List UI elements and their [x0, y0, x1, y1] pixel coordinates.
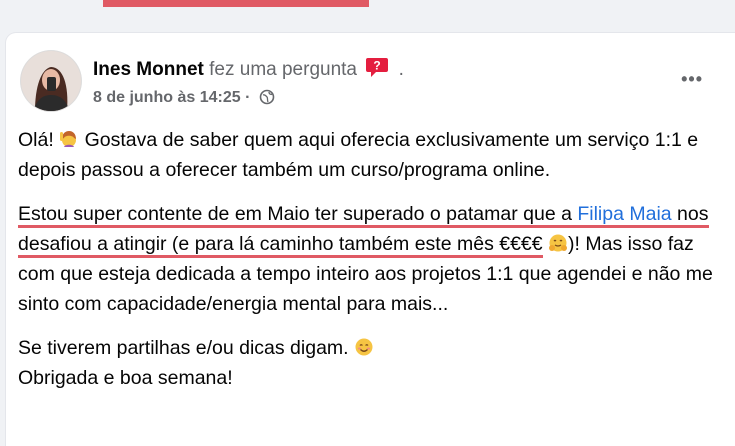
woman-raising-hand-emoji	[59, 128, 79, 148]
highlight-bar	[103, 0, 369, 7]
avatar-image	[21, 51, 81, 111]
separator-dot: .	[398, 59, 404, 80]
avatar[interactable]	[21, 51, 81, 111]
post-card: Ines Monnet fez uma pergunta ? . 8 de ju…	[6, 33, 735, 446]
post-action: fez uma pergunta	[209, 59, 357, 80]
question-icon: ?	[365, 56, 389, 84]
mention-link[interactable]: Filipa Maia	[577, 203, 672, 228]
svg-text:?: ?	[374, 59, 381, 73]
post-body: Olá! Gostava de saber quem aqui oferecia…	[18, 125, 718, 393]
timestamp[interactable]: 8 de junho às 14:25	[93, 89, 241, 106]
author-name[interactable]: Ines Monnet	[93, 59, 204, 80]
smiling-face-emoji	[354, 336, 374, 356]
globe-icon[interactable]	[259, 89, 275, 110]
post-header: Ines Monnet fez uma pergunta ? .	[93, 56, 404, 84]
paragraph-achievement: Estou super contente de em Maio ter supe…	[18, 203, 713, 315]
more-options-button[interactable]: •••	[681, 69, 703, 90]
paragraph-intro: Olá! Gostava de saber quem aqui oferecia…	[18, 128, 699, 181]
hugging-face-emoji	[548, 232, 568, 252]
post-meta: 8 de junho às 14:25 ·	[93, 89, 275, 110]
paragraph-closing: Se tiverem partilhas e/ou dicas digam. O…	[18, 333, 718, 393]
